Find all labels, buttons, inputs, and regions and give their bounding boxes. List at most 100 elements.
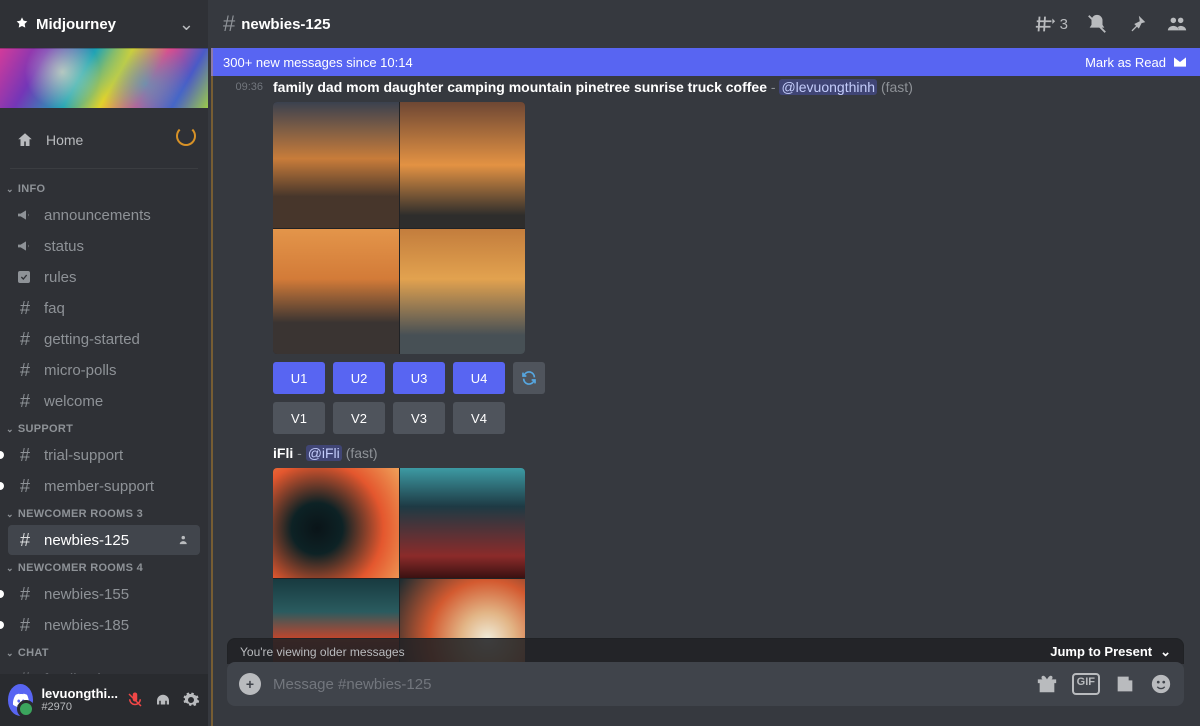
check-icon — [16, 269, 34, 285]
channel-item[interactable]: announcements — [8, 200, 200, 230]
grid-cell — [273, 468, 399, 578]
attach-button[interactable]: + — [239, 673, 261, 695]
upscale-button[interactable]: U3 — [393, 362, 445, 394]
channel-sidebar: Midjourney ⌄ Home ⌄INFO announcements stat… — [0, 0, 208, 726]
channel-label: announcements — [44, 207, 151, 224]
channel-item[interactable]: # newbies-125 — [8, 525, 200, 555]
channel-item[interactable]: status — [8, 231, 200, 261]
sticker-button[interactable] — [1114, 673, 1136, 695]
hash-icon: # — [16, 329, 34, 350]
channel-topbar: # newbies-125 3 — [211, 0, 1200, 48]
new-messages-text: 300+ new messages since 10:14 — [223, 55, 413, 70]
mode-label: (fast) — [881, 79, 913, 95]
user-mention[interactable]: @levuongthinh — [779, 79, 877, 95]
image-grid[interactable] — [273, 102, 525, 354]
settings-button[interactable] — [182, 691, 200, 709]
mute-mic-button[interactable] — [126, 691, 144, 709]
channel-item[interactable]: #member-support — [8, 471, 200, 501]
megaphone-icon — [16, 238, 34, 254]
grid-cell — [273, 102, 399, 228]
home-button[interactable]: Home — [8, 120, 200, 160]
main-area: # newbies-125 3 300+ new messages since … — [208, 0, 1200, 726]
channel-label: newbies-185 — [44, 617, 129, 634]
upscale-button[interactable]: U4 — [453, 362, 505, 394]
message-timestamp: 09:36 — [227, 78, 263, 434]
variation-button[interactable]: V4 — [453, 402, 505, 434]
server-name: Midjourney — [36, 16, 116, 33]
channel-label: newbies-155 — [44, 586, 129, 603]
gif-button[interactable]: GIF — [1072, 673, 1100, 695]
message-list: 09:36 family dad mom daughter camping mo… — [211, 76, 1200, 726]
category-header[interactable]: ⌄INFO — [0, 177, 208, 199]
user-mention[interactable]: @iFli — [306, 445, 342, 461]
category-header[interactable]: ⌄SUPPORT — [0, 417, 208, 439]
megaphone-icon — [16, 207, 34, 223]
channel-label: trial-support — [44, 447, 123, 464]
user-name: levuongthi... — [41, 687, 118, 701]
channel-label: status — [44, 238, 84, 255]
members-button[interactable] — [1166, 13, 1188, 35]
emoji-button[interactable] — [1150, 673, 1172, 695]
chevron-down-icon: ⌄ — [6, 184, 14, 195]
reroll-button[interactable] — [513, 362, 545, 394]
home-icon — [16, 131, 34, 149]
loading-spinner-icon — [176, 126, 196, 146]
pin-icon — [1126, 13, 1148, 35]
channel-item[interactable]: # faq — [8, 293, 200, 323]
chevron-down-icon[interactable]: ⌄ — [179, 14, 194, 35]
channel-item[interactable]: #newbies-155 — [8, 579, 200, 609]
channel-label: getting-started — [44, 331, 140, 348]
new-messages-banner[interactable]: 300+ new messages since 10:14 Mark as Re… — [211, 48, 1200, 76]
hash-icon: # — [16, 360, 34, 381]
deafen-button[interactable] — [154, 691, 172, 709]
refresh-icon — [521, 370, 537, 386]
create-invite-icon[interactable] — [178, 533, 192, 547]
mark-as-read-button[interactable]: Mark as Read — [1085, 55, 1166, 70]
channel-label: member-support — [44, 478, 154, 495]
channel-item[interactable]: #newbies-185 — [8, 610, 200, 640]
channel-label: faq — [44, 300, 65, 317]
message-composer[interactable]: + Message #newbies-125 GIF — [227, 662, 1184, 706]
channel-item[interactable]: # micro-polls — [8, 355, 200, 385]
divider — [10, 168, 198, 169]
channel-item[interactable]: rules — [8, 262, 200, 292]
pinned-button[interactable] — [1126, 13, 1148, 35]
notification-mute-button[interactable] — [1086, 13, 1108, 35]
prompt-text: family dad mom daughter camping mountain… — [273, 79, 767, 95]
channel-item[interactable]: #welcome — [8, 386, 200, 416]
category-header[interactable]: ⌄NEWCOMER ROOMS 3 — [0, 502, 208, 524]
server-header[interactable]: Midjourney ⌄ — [0, 0, 208, 48]
hash-icon: # — [16, 530, 34, 551]
channel-item[interactable]: #feedback — [8, 664, 200, 674]
upscale-button[interactable]: U2 — [333, 362, 385, 394]
chevron-down-icon: ⌄ — [6, 648, 14, 659]
chevron-down-icon: ⌄ — [6, 509, 14, 520]
older-messages-bar[interactable]: You're viewing older messages Jump to Pr… — [227, 638, 1184, 664]
user-panel: levuongthi... #2970 — [0, 674, 208, 726]
channel-label: micro-polls — [44, 362, 117, 379]
grid-cell — [400, 468, 526, 578]
home-label: Home — [46, 132, 83, 148]
composer-placeholder: Message #newbies-125 — [273, 676, 431, 693]
category-header[interactable]: ⌄NEWCOMER ROOMS 4 — [0, 556, 208, 578]
category-header[interactable]: ⌄CHAT — [0, 641, 208, 663]
jump-to-present-button[interactable]: Jump to Present — [1050, 644, 1152, 659]
hash-icon: # — [16, 669, 34, 675]
bell-slash-icon — [1086, 13, 1108, 35]
members-icon — [1166, 13, 1188, 35]
variation-button[interactable]: V1 — [273, 402, 325, 434]
upscale-button[interactable]: U1 — [273, 362, 325, 394]
hash-icon: # — [16, 298, 34, 319]
threads-button[interactable]: 3 — [1034, 13, 1068, 35]
user-avatar[interactable] — [8, 684, 33, 716]
channel-item[interactable]: # getting-started — [8, 324, 200, 354]
channel-label: newbies-125 — [44, 532, 129, 549]
gift-button[interactable] — [1036, 673, 1058, 695]
chevron-down-icon: ⌄ — [6, 424, 14, 435]
threads-icon — [1034, 13, 1056, 35]
channel-item[interactable]: #trial-support — [8, 440, 200, 470]
variation-button[interactable]: V2 — [333, 402, 385, 434]
message: 09:36 family dad mom daughter camping mo… — [227, 78, 1184, 434]
variation-button[interactable]: V3 — [393, 402, 445, 434]
grid-cell — [400, 102, 526, 228]
